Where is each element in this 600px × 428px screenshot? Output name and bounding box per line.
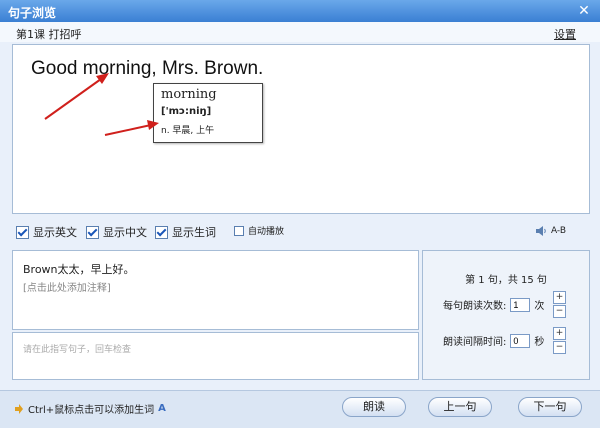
repeat-row: 每句朗读次数: 次 [443, 297, 544, 312]
add-note-link[interactable]: [点击此处添加注释] [23, 279, 111, 294]
repeat-label: 每句朗读次数: [443, 301, 507, 312]
dictation-input[interactable]: 请在此指写句子，回车检查 [12, 332, 419, 380]
show-english-option[interactable]: 显示英文 [16, 224, 77, 240]
translation-panel: Brown太太，早上好。 [点击此处添加注释] [12, 250, 419, 330]
settings-link[interactable]: 设置 [554, 26, 576, 42]
ab-label: A-B [550, 226, 566, 236]
sentence-counter: 第 1 句，共 15 句 [465, 275, 547, 286]
show-english-label: 显示英文 [33, 226, 77, 239]
repeat-decrease-button[interactable]: − [553, 305, 566, 318]
options-row: 显示英文 显示中文 显示生词 自动播放 A-B [0, 222, 600, 242]
read-button[interactable]: 朗读 [342, 397, 406, 417]
interval-input[interactable] [510, 333, 531, 348]
interval-row: 朗读间隔时间: 秒 [443, 333, 544, 348]
auto-play-checkbox[interactable] [234, 225, 244, 236]
dictation-placeholder: 请在此指写句子，回车检查 [23, 345, 132, 355]
translation-text: Brown太太，早上好。 [23, 263, 135, 276]
interval-unit: 秒 [534, 337, 545, 348]
sentence-panel: Good morning, Mrs. Brown. morning ['mɔ:n… [12, 44, 590, 214]
close-icon[interactable]: ✕ [576, 3, 592, 19]
window-title: 句子浏览 [8, 6, 57, 20]
title-bar: 句子浏览 ✕ [0, 0, 600, 22]
show-chinese-checkbox[interactable] [86, 225, 99, 239]
repeat-count-input[interactable] [510, 297, 531, 312]
repeat-unit: 次 [534, 301, 545, 312]
show-chinese-label: 显示中文 [103, 226, 147, 239]
repeat-increase-button[interactable]: + [553, 291, 566, 304]
interval-label: 朗读间隔时间: [443, 337, 507, 348]
interval-decrease-button[interactable]: − [553, 341, 566, 354]
show-vocab-option[interactable]: 显示生词 [155, 224, 216, 240]
status-hint: Ctrl+鼠标点击可以添加生词 A [14, 401, 166, 416]
auto-play-label: 自动播放 [248, 227, 285, 237]
status-hint-suffix: A [158, 403, 166, 414]
status-hint-text: Ctrl+鼠标点击可以添加生词 [28, 405, 155, 416]
ab-repeat[interactable]: A-B [535, 225, 566, 237]
lesson-title: 第1课 打招呼 [16, 28, 82, 41]
show-chinese-option[interactable]: 显示中文 [86, 224, 147, 240]
arrow-to-phonetic [104, 120, 159, 136]
header-bar: 第1课 打招呼 设置 [0, 22, 600, 42]
show-vocab-checkbox[interactable] [155, 225, 168, 239]
interval-increase-button[interactable]: + [553, 327, 566, 340]
next-sentence-button[interactable]: 下一句 [518, 397, 582, 417]
speaker-icon [535, 226, 546, 236]
status-bar: Ctrl+鼠标点击可以添加生词 A 朗读 上一句 下一句 [0, 390, 600, 428]
auto-play-option[interactable]: 自动播放 [234, 224, 284, 237]
show-vocab-label: 显示生词 [172, 226, 216, 239]
arrow-to-word [44, 73, 109, 120]
prev-sentence-button[interactable]: 上一句 [428, 397, 492, 417]
playback-settings-panel: 第 1 句，共 15 句 每句朗读次数: 次 + − 朗读间隔时间: 秒 + − [422, 250, 590, 380]
annotation-arrows [44, 73, 159, 136]
arrow-right-icon [15, 403, 23, 414]
show-english-checkbox[interactable] [16, 225, 29, 239]
